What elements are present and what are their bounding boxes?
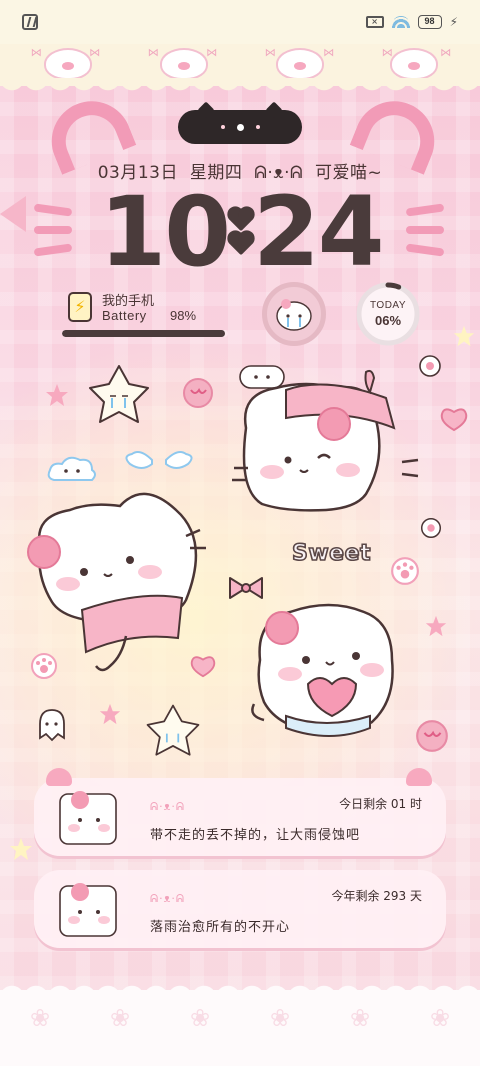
heart-icon [440,408,468,432]
crying-cat-icon [276,299,312,331]
paw-icon: ❀ [349,1004,371,1032]
header-cat-icon [162,50,206,78]
cat-face-icon: ᕱ·ᴥ·ᕱ [150,892,185,905]
clock-hours: 10 [99,176,231,288]
battery-value: 98% [170,308,197,323]
sim-x-icon: × [365,16,384,28]
paw-icon: ❀ [429,1004,451,1032]
status-bar: × 98 ⚡ [0,0,480,44]
today-label: TODAY [369,300,407,311]
avatar[interactable] [262,282,326,346]
paw-icon: ❀ [189,1004,211,1032]
cloud-sticker [47,456,96,481]
notification-message: 落雨治愈所有的不开心 [150,920,291,935]
cookie-sticker [416,720,448,752]
heart-icon [190,656,216,678]
whiskers-left [33,203,73,257]
paw-icon: ❀ [109,1004,131,1032]
battery-label: Battery [102,308,147,323]
paw-icon: ❀ [29,1004,51,1032]
camera-island [178,110,302,144]
date-line: 03月13日 星期四 ᕱ·ᴥ·ᕱ 可爱喵~ [0,158,480,183]
bow-icon: ⋈ [323,45,334,59]
ribbon-decoration [0,196,26,232]
notification-card[interactable]: ᕱ·ᴥ·ᕱ 今日剩余 01 时 带不走的丢不掉的，让大雨侵蚀吧 [34,768,446,856]
bow-icon [229,577,263,599]
bow-icon: ⋈ [440,45,451,59]
cat-headband-sticker [232,369,419,512]
cat-face-icon: ᕱ·ᴥ·ᕱ [150,800,185,813]
notification-meta: 今日剩余 01 时 [339,797,422,811]
clock-minutes: 24 [253,176,385,288]
cookie-sticker [183,378,213,408]
paw-icon [391,557,419,585]
sweet-sticker: Sweet [291,540,372,567]
bow-icon: ⋈ [30,45,42,59]
cat-thumbnail-icon [59,883,117,937]
lace-trim [0,78,480,96]
ghost-cat-sticker [39,709,65,742]
header-cat-icon [392,50,436,78]
star-icon [10,838,32,860]
crying-star-sticker [89,365,149,423]
flower-icon [419,355,441,377]
flower-icon [420,517,442,539]
camera-icon [236,123,244,131]
heart-icon [229,232,253,256]
paw-row: ❀ ❀ ❀ ❀ ❀ ❀ [0,1004,480,1032]
bow-icon: ⋈ [381,45,393,59]
ear-decoration [406,768,432,786]
header-cat-icon [278,50,322,78]
notification-message: 带不走的丢不掉的，让大雨侵蚀吧 [150,828,361,843]
nfc-icon [22,14,38,30]
paw-icon: ❀ [269,1004,291,1032]
battery-widget[interactable]: ⚡ 我的手机 Battery 98% [62,288,232,344]
bow-icon: ⋈ [206,45,217,59]
bow-icon: ⋈ [89,45,100,59]
crying-star-sticker [146,704,200,756]
heart-icon [229,208,253,232]
header-cat-icon [46,50,90,78]
bow-icon: ⋈ [147,45,159,59]
lockscreen-clock: 10 24 [86,184,396,280]
today-progress-widget[interactable]: TODAY 06% [354,280,422,348]
battery-icon: 98 [417,15,442,29]
wifi-icon [391,16,410,28]
battery-progress-track [62,330,228,337]
bow-icon: ⋈ [264,45,276,59]
cat-thumbnail-icon [59,791,117,845]
cat-heart-sticker [251,603,394,737]
paw-icon [31,653,57,679]
star-icon [453,325,475,347]
battery-progress-fill [62,330,225,337]
wings-sticker [125,451,193,469]
today-value: 06% [374,313,402,328]
whiskers-right [405,203,445,257]
star-icon [425,615,447,637]
device-name: 我的手机 [102,294,155,309]
lightning-icon: ⚡ [68,292,92,322]
star-icon [99,703,121,725]
notification-card[interactable]: ᕱ·ᴥ·ᕱ 今年剩余 293 天 落雨治愈所有的不开心 [34,870,446,948]
star-icon [46,384,68,406]
charge-icon: ⚡ [449,15,458,29]
clock-separator [229,208,253,256]
notification-meta: 今年剩余 293 天 [331,889,422,903]
